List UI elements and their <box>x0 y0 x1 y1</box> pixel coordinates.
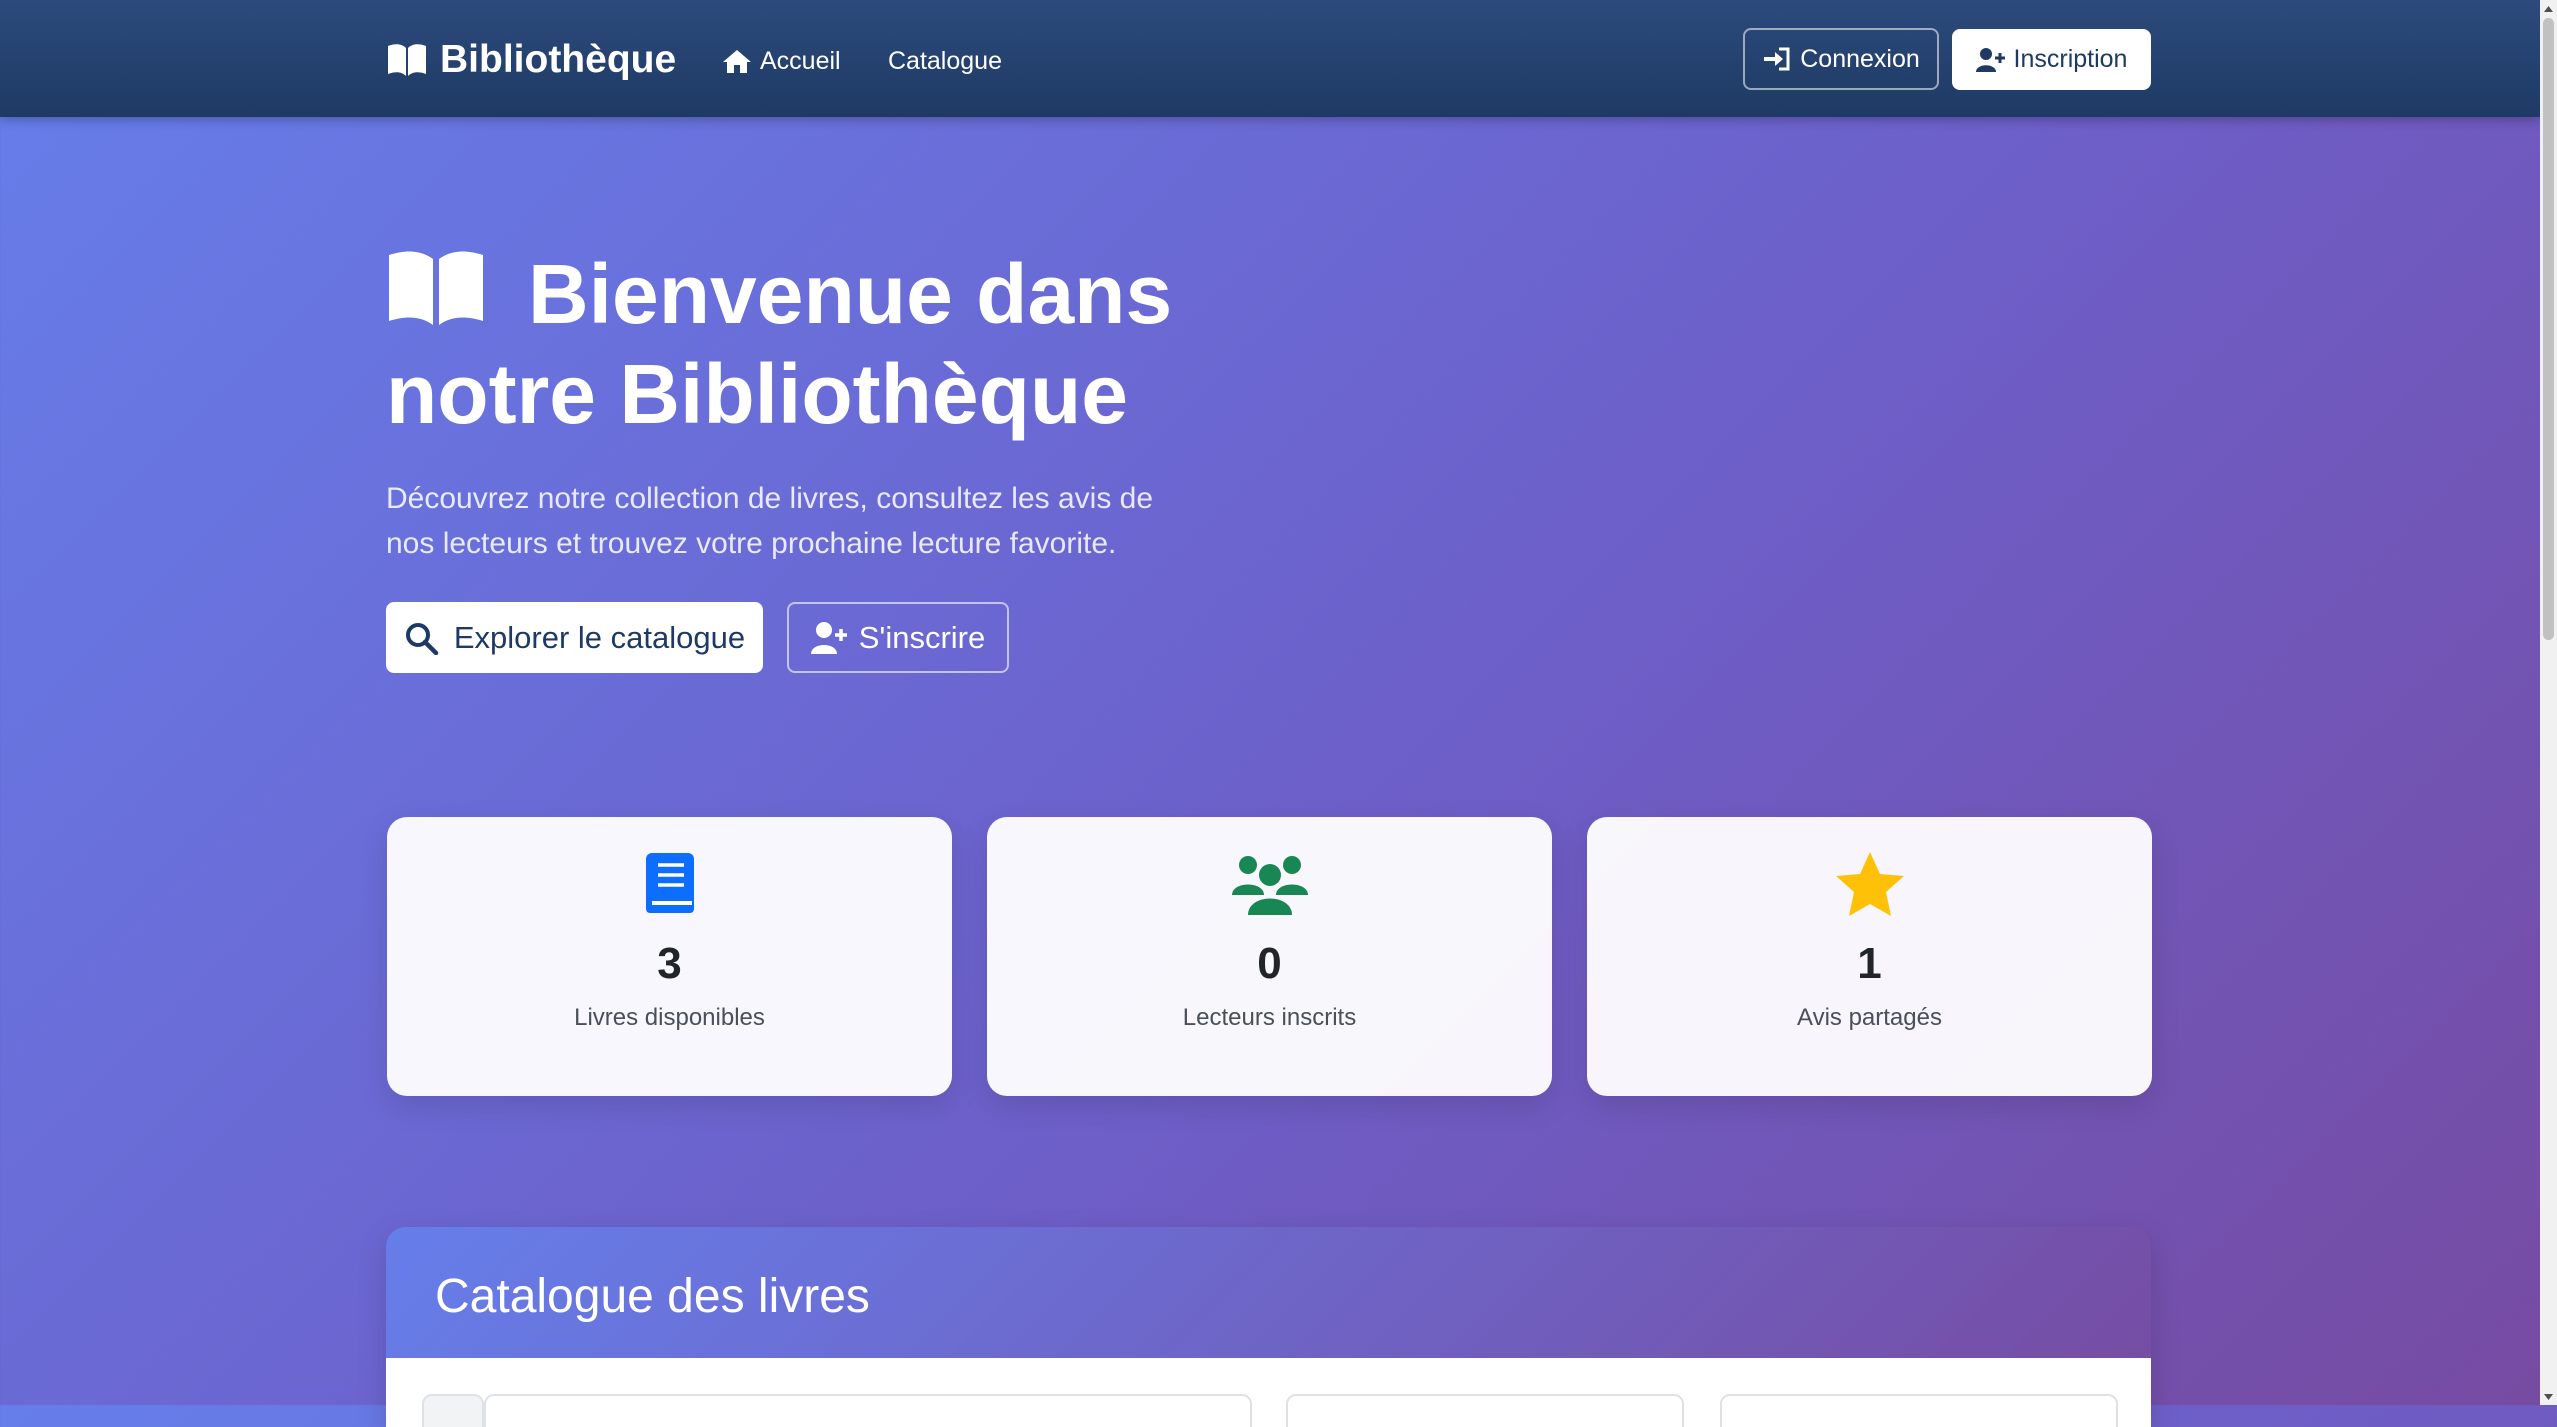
nav-link-label: Accueil <box>760 46 841 75</box>
hero-title-text: Bienvenue dans notre Bibliothèque <box>386 247 1173 441</box>
user-plus-icon <box>1975 47 2005 72</box>
nav-link-label: Catalogue <box>888 46 1002 75</box>
book-icon <box>387 851 952 917</box>
catalogue-body <box>386 1358 2151 1427</box>
sort-select[interactable] <box>1720 1394 2118 1427</box>
register-button[interactable]: Inscription <box>1952 29 2151 90</box>
catalogue-title: Catalogue des livres <box>435 1270 870 1323</box>
open-book-icon <box>389 251 483 325</box>
navbar: Bibliothèque Accueil Catalogue Connexion… <box>0 0 2540 117</box>
stat-label: Avis partagés <box>1797 1004 1942 1031</box>
explore-catalogue-button[interactable]: Explorer le catalogue <box>386 602 763 673</box>
scrollbar-thumb[interactable] <box>2543 18 2554 640</box>
login-label: Connexion <box>1800 44 1920 73</box>
hero-lead: Découvrez notre collection de livres, co… <box>386 482 1154 560</box>
hero-title: Bienvenue dans notre Bibliothèque <box>386 244 1286 444</box>
catalogue-section: Catalogue des livres <box>386 1227 2151 1427</box>
register-label: Inscription <box>2013 45 2128 73</box>
user-plus-icon <box>810 621 847 654</box>
search-icon <box>405 622 439 655</box>
open-book-icon <box>388 44 426 76</box>
stat-card-books: 3 Livres disponibles <box>387 817 952 1096</box>
stat-value: 1 <box>1857 939 1882 988</box>
nav-link-accueil[interactable]: Accueil <box>722 38 841 84</box>
stat-label: Livres disponibles <box>574 1004 765 1031</box>
brand-link[interactable]: Bibliothèque <box>386 34 676 86</box>
stat-value: 0 <box>1257 939 1282 988</box>
login-button[interactable]: Connexion <box>1743 28 1939 90</box>
scroll-down-arrow-icon[interactable] <box>2540 1388 2557 1405</box>
home-icon <box>723 50 751 73</box>
nav-link-catalogue[interactable]: Catalogue <box>888 38 1002 84</box>
stat-label: Lecteurs inscrits <box>1182 1004 1357 1031</box>
sign-in-icon <box>1764 47 1790 71</box>
search-input[interactable] <box>484 1394 1252 1427</box>
explore-label: Explorer le catalogue <box>453 619 746 655</box>
stat-card-reviews: 1 Avis partagés <box>1587 817 2152 1096</box>
users-icon <box>987 851 1552 917</box>
star-icon <box>1587 851 2152 917</box>
scroll-up-arrow-icon[interactable] <box>2540 0 2557 17</box>
stat-card-readers: 0 Lecteurs inscrits <box>987 817 1552 1096</box>
signup-button[interactable]: S'inscrire <box>787 602 1009 673</box>
page-scrollbar[interactable] <box>2540 0 2557 1405</box>
filter-select[interactable] <box>1286 1394 1684 1427</box>
brand-name: Bibliothèque <box>440 38 677 81</box>
signup-label: S'inscrire <box>858 619 986 655</box>
search-addon <box>422 1394 484 1427</box>
stat-value: 3 <box>657 939 682 988</box>
